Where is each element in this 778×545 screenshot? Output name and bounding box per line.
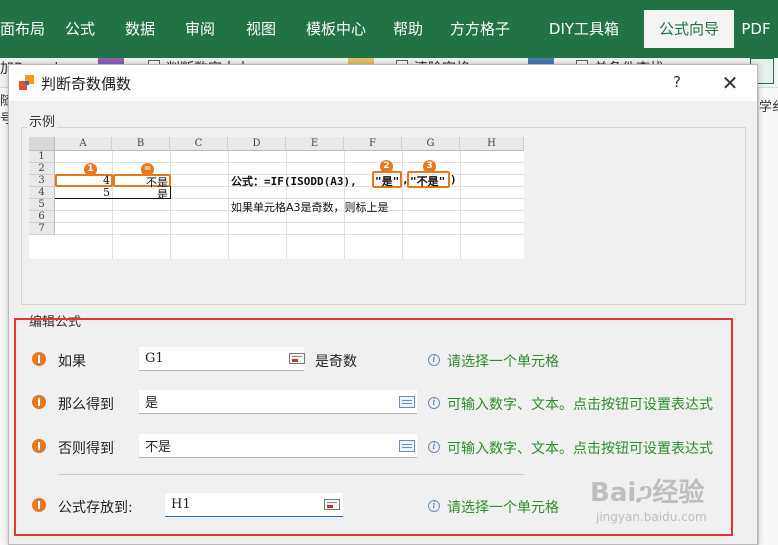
- step-3-icon: [32, 439, 46, 453]
- tab-ffcell[interactable]: 方方格子: [436, 10, 524, 48]
- help-button[interactable]: ?: [667, 71, 687, 93]
- watermark-sub: jingyan.baidu.com: [596, 510, 707, 524]
- tab-review[interactable]: 审阅: [170, 10, 230, 48]
- then-hint: 可输入数字、文本。点击按钮可设置表达式: [447, 397, 713, 413]
- else-value-input[interactable]: [139, 434, 417, 458]
- if-suffix: 是奇数: [315, 354, 357, 370]
- grid-line: [170, 151, 171, 259]
- example-formula-prefix: 公式：=IF(ISODD(A3),: [231, 175, 357, 188]
- then-label: 那么得到: [58, 397, 114, 413]
- else-label: 否则得到: [58, 441, 114, 457]
- tab-diy-toolbox[interactable]: DIY工具箱: [524, 10, 644, 48]
- row-header: 6: [29, 211, 55, 223]
- if-label: 如果: [58, 354, 86, 370]
- example-note: 如果单元格A3是奇数，则标上是: [231, 201, 389, 214]
- store-cell-input[interactable]: [165, 493, 343, 517]
- col-header: D: [228, 137, 286, 151]
- info-icon: i: [428, 441, 440, 453]
- badge-2: 2: [380, 160, 393, 173]
- col-header: G: [402, 137, 460, 151]
- dialog-title: 判断奇数偶数: [41, 75, 132, 93]
- store-label: 公式存放到:: [58, 500, 133, 516]
- row-header: 4: [29, 187, 55, 199]
- col-header: C: [170, 137, 228, 151]
- col-header: H: [460, 137, 524, 151]
- tab-pdf[interactable]: PDF: [734, 10, 778, 48]
- badge-3: 3: [423, 160, 436, 173]
- row-header: 7: [29, 223, 55, 235]
- if-cell-input[interactable]: [139, 347, 304, 371]
- ribbon-tabs: 面布局 公式 数据 审阅 视图 模板中心 帮助 方方格子 DIY工具箱 公式向导…: [0, 10, 778, 48]
- expression-button-icon[interactable]: [399, 396, 415, 408]
- cell-picker-icon[interactable]: [289, 353, 305, 364]
- sheet-edge-left: 随 号: [0, 88, 13, 545]
- info-icon: i: [428, 354, 440, 366]
- grid-line: [228, 151, 229, 259]
- grid-line: [55, 162, 524, 163]
- example-legend: 示例: [27, 111, 58, 130]
- cell-picker-icon[interactable]: [324, 499, 340, 510]
- expression-button-icon[interactable]: [399, 440, 415, 452]
- tab-data[interactable]: 数据: [110, 10, 170, 48]
- ribbon: 面布局 公式 数据 审阅 视图 模板中心 帮助 方方格子 DIY工具箱 公式向导…: [0, 0, 778, 58]
- row-header: 2: [29, 163, 55, 175]
- step-1-icon: [32, 352, 46, 366]
- col-header: F: [344, 137, 402, 151]
- dialog-titlebar[interactable]: 判断奇数偶数 ? ✕: [9, 65, 757, 101]
- sheet-select-all: [29, 137, 55, 151]
- row-header: 3: [29, 175, 55, 187]
- tab-formula-wizard[interactable]: 公式向导: [644, 10, 734, 48]
- tab-page-layout[interactable]: 面布局: [0, 10, 50, 48]
- example-formula-arg2: "是": [375, 175, 400, 188]
- tab-template-center[interactable]: 模板中心: [292, 10, 380, 48]
- baidu-watermark: Baiጋ经验 jingyan.baidu.com: [590, 470, 740, 530]
- grid-line: [402, 151, 403, 259]
- grid-line: [55, 234, 524, 235]
- example-formula-arg3: "不是": [410, 175, 446, 188]
- if-hint: 请选择一个单元格: [447, 354, 559, 370]
- grid-line: [460, 151, 461, 259]
- example-formula-suffix: ): [450, 173, 457, 186]
- grid-line: [112, 151, 113, 259]
- app-icon: [19, 75, 34, 90]
- close-button[interactable]: ✕: [717, 70, 743, 96]
- else-hint: 可输入数字、文本。点击按钮可设置表达式: [447, 441, 713, 457]
- tab-help[interactable]: 帮助: [380, 10, 436, 48]
- cell-a4-border: [55, 186, 112, 199]
- watermark-main: Baiጋ经验: [590, 478, 705, 508]
- cell-b4-border: [112, 186, 171, 199]
- info-icon: i: [428, 500, 440, 512]
- sheet-fragment-right: 学纟: [759, 100, 778, 115]
- tab-view[interactable]: 视图: [230, 10, 292, 48]
- sheet-edge-right: 学纟: [758, 88, 778, 545]
- step-store-icon: [32, 498, 46, 512]
- step-2-icon: [32, 395, 46, 409]
- then-value-input[interactable]: [139, 390, 417, 414]
- col-header: A: [55, 137, 112, 151]
- example-sheet: A B C D E F G H 1 2 3 4 5 6 7 1 = 4 不是 5…: [29, 137, 524, 259]
- col-header: B: [112, 137, 170, 151]
- grid-line: [55, 222, 524, 223]
- form-divider: [59, 474, 524, 475]
- tab-formulas[interactable]: 公式: [50, 10, 110, 48]
- col-header: E: [286, 137, 344, 151]
- info-icon: i: [428, 397, 440, 409]
- store-hint: 请选择一个单元格: [447, 500, 559, 516]
- row-header: 5: [29, 199, 55, 211]
- row-header: 1: [29, 151, 55, 163]
